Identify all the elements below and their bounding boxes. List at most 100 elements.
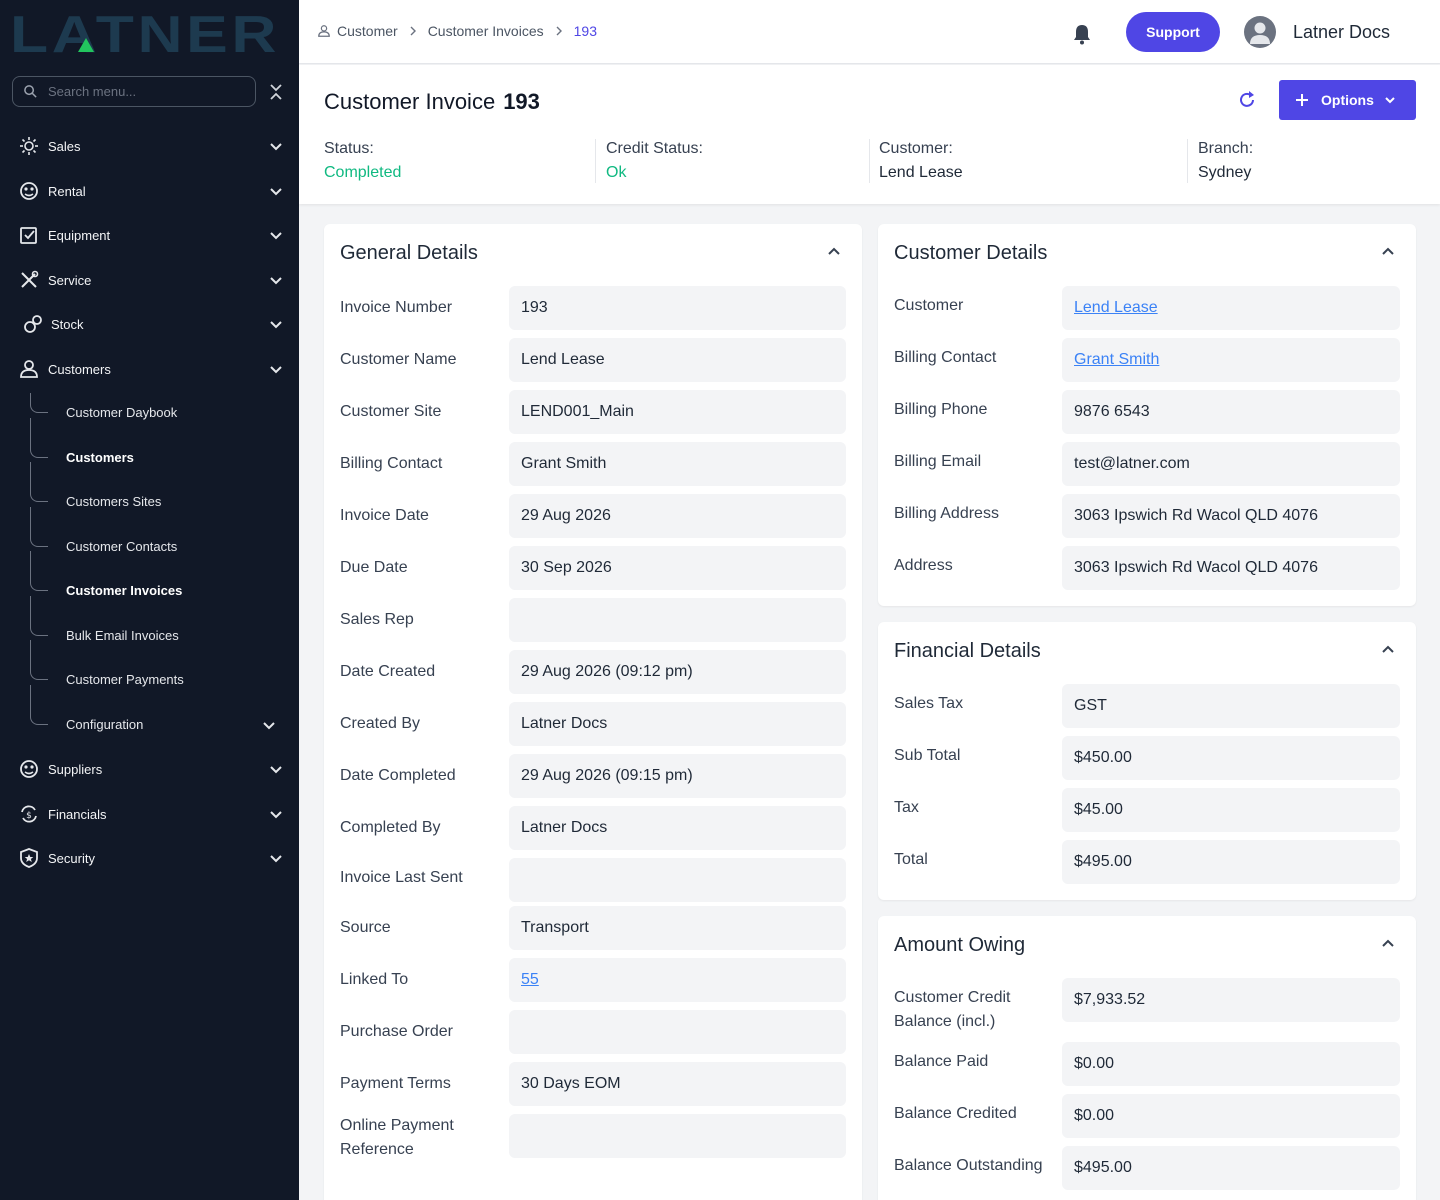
customer-name-field: Lend Lease — [509, 338, 846, 382]
user-icon — [20, 360, 38, 378]
user-name[interactable]: Latner Docs — [1293, 22, 1390, 43]
invoice-number-field: 193 — [509, 286, 846, 330]
billing-contact-link[interactable]: Grant Smith — [1074, 351, 1159, 369]
latner-logo[interactable]: LATNER — [10, 12, 280, 54]
sidebar-item-service[interactable]: Service — [0, 260, 299, 300]
field-value: 193 — [521, 299, 548, 316]
field-value: $0.00 — [1074, 1055, 1115, 1072]
chevron-down-icon — [270, 143, 282, 151]
customer-site-field: LEND001_Main — [509, 390, 846, 434]
linked-to-link[interactable]: 55 — [521, 971, 539, 989]
bell-icon[interactable] — [1072, 23, 1092, 45]
field-label: Billing Contact — [894, 349, 997, 366]
sidebar-subitem-configuration[interactable]: Configuration — [0, 685, 299, 745]
sidebar-item-security[interactable]: Security — [0, 838, 299, 878]
chevron-up-icon[interactable] — [827, 244, 841, 258]
chevron-down-icon — [1385, 97, 1395, 104]
tree-line — [30, 507, 48, 547]
field-value: $495.00 — [1074, 1159, 1132, 1176]
balance-outstanding-field: $495.00 — [1062, 1146, 1400, 1190]
refresh-icon[interactable] — [1237, 90, 1257, 110]
field-value: $7,933.52 — [1074, 991, 1146, 1008]
field-label: Sales Rep — [340, 611, 414, 628]
linked-to-field: 55 — [509, 958, 846, 1002]
field-value: $0.00 — [1074, 1107, 1115, 1124]
logo-text: LATNER — [10, 12, 280, 54]
collapse-menu-icon[interactable] — [268, 82, 284, 102]
status-block: Status: Completed — [324, 140, 401, 182]
breadcrumb-customer[interactable]: Customer — [337, 23, 398, 39]
options-button[interactable]: Options — [1279, 80, 1416, 120]
field-value: LEND001_Main — [521, 403, 634, 420]
page-title: Customer Invoice 193 — [324, 89, 540, 115]
sidebar-item-financials[interactable]: $ Financials — [0, 794, 299, 834]
chevron-up-icon[interactable] — [1381, 936, 1395, 950]
billing-email-field: test@latner.com — [1062, 442, 1400, 486]
sidebar-item-customers[interactable]: Customers — [0, 349, 299, 389]
sidebar-item-stock[interactable]: Stock — [0, 304, 299, 344]
financial-details-card: Financial Details Sales Tax GST Sub Tota… — [878, 622, 1416, 900]
field-value: 30 Days EOM — [521, 1075, 621, 1092]
field-label: Due Date — [340, 559, 408, 576]
sidebar-subitem-label: Customer Payments — [66, 672, 184, 687]
chevron-down-icon — [270, 855, 282, 863]
online-payment-reference-field — [509, 1114, 846, 1158]
billing-contact-field: Grant Smith — [509, 442, 846, 486]
breadcrumb-current: 193 — [573, 23, 597, 39]
field-label: Linked To — [340, 971, 409, 988]
purchase-order-field — [509, 1010, 846, 1054]
field-value: Transport — [521, 919, 589, 936]
chevron-down-icon — [270, 766, 282, 774]
chevron-right-icon — [410, 26, 416, 36]
sidebar-item-sales[interactable]: Sales — [0, 126, 299, 166]
balance-paid-field: $0.00 — [1062, 1042, 1400, 1086]
tree-line — [30, 685, 48, 725]
field-value: Latner Docs — [521, 819, 608, 836]
field-value: test@latner.com — [1074, 455, 1190, 472]
stock-icon — [24, 315, 42, 333]
breadcrumb-customer-invoices[interactable]: Customer Invoices — [428, 23, 544, 39]
credit-status-label: Credit Status: — [606, 140, 703, 157]
tree-line — [30, 462, 48, 502]
customer-label: Customer: — [879, 140, 953, 157]
menu-search-input[interactable]: Search menu... — [12, 76, 256, 107]
field-label: Invoice Number — [340, 299, 453, 316]
field-label: Customer Name — [340, 351, 457, 368]
financials-icon: $ — [21, 805, 37, 823]
avatar[interactable] — [1244, 16, 1276, 48]
status-label: Status: — [324, 140, 374, 157]
sidebar-item-suppliers[interactable]: Suppliers — [0, 749, 299, 789]
billing-address-field: 3063 Ipswich Rd Wacol QLD 4076 — [1062, 494, 1400, 538]
support-button[interactable]: Support — [1126, 12, 1220, 52]
field-value: 29 Aug 2026 (09:15 pm) — [521, 767, 693, 784]
chevron-up-icon[interactable] — [1381, 244, 1395, 258]
divider — [869, 139, 870, 183]
customer-link[interactable]: Lend Lease — [1074, 299, 1158, 317]
sub-total-field: $450.00 — [1062, 736, 1400, 780]
sidebar-subitem-label: Bulk Email Invoices — [66, 628, 179, 643]
field-value: Lend Lease — [521, 351, 605, 368]
sidebar-subitem-label: Customers Sites — [66, 494, 162, 509]
chevron-down-icon — [270, 277, 282, 285]
branch-label: Branch: — [1198, 140, 1254, 157]
field-label: Tax — [894, 799, 919, 816]
sidebar-item-label: Service — [48, 272, 92, 288]
chevron-down-icon — [270, 321, 282, 329]
tree-line — [30, 551, 48, 591]
completed-by-field: Latner Docs — [509, 806, 846, 850]
chevron-up-icon[interactable] — [1381, 642, 1395, 656]
sidebar-item-rental[interactable]: Rental — [0, 171, 299, 211]
billing-contact-field: Grant Smith — [1062, 338, 1400, 382]
sidebar-item-label: Stock — [51, 316, 84, 332]
invoice-header: Customer Invoice 193 Options Status: Comp… — [299, 65, 1440, 204]
general-details-card: General Details Invoice Number 193 Custo… — [324, 224, 862, 1200]
field-label: Created By — [340, 715, 421, 732]
billing-phone-field: 9876 6543 — [1062, 390, 1400, 434]
search-icon — [24, 85, 37, 98]
status-value: Completed — [324, 164, 402, 181]
rental-icon — [20, 182, 38, 200]
sidebar-item-label: Rental — [48, 183, 86, 199]
amount-owing-card: Amount Owing Customer Credit Balance (in… — [878, 916, 1416, 1200]
sidebar-subitem-label: Customer Invoices — [66, 583, 183, 598]
sidebar-item-equipment[interactable]: Equipment — [0, 215, 299, 255]
